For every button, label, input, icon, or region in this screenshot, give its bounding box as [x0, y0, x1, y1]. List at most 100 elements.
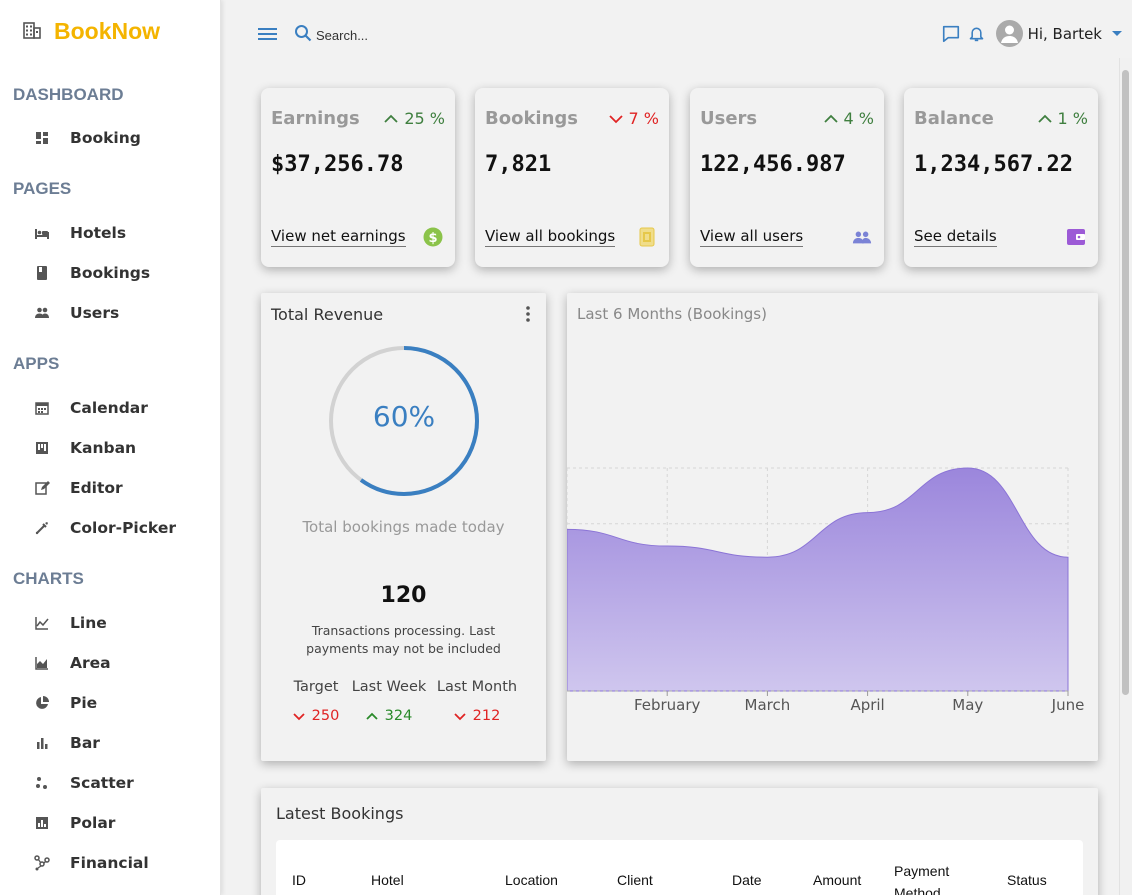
sidebar-item-label: Color-Picker — [70, 519, 176, 537]
column-header-status[interactable]: Status — [1007, 872, 1047, 888]
sidebar-item-label: Bookings — [70, 264, 151, 282]
kanban-icon — [34, 440, 50, 456]
area-chart-icon — [34, 655, 50, 671]
kpi-label: Last Week — [351, 679, 427, 695]
users-card: Users 4 % 122,456.987 View all users — [690, 88, 884, 267]
color-picker-icon — [34, 520, 50, 536]
column-header-id[interactable]: ID — [292, 872, 306, 888]
sidebar-item-users[interactable]: Users — [34, 302, 214, 324]
see-details-link[interactable]: See details — [914, 227, 997, 247]
column-header-amount[interactable]: Amount — [813, 872, 861, 888]
x-tick-label: March — [745, 696, 791, 714]
arrow-up-icon — [823, 114, 838, 123]
user-greeting[interactable]: Hi, Bartek — [1028, 25, 1102, 43]
x-tick-label: May — [952, 696, 983, 714]
sidebar-item-label: Line — [70, 614, 107, 632]
hamburger-icon — [258, 28, 277, 40]
users-icon[interactable] — [852, 227, 872, 247]
latest-bookings-title: Latest Bookings — [276, 804, 404, 823]
column-header-client[interactable]: Client — [617, 872, 653, 888]
sidebar-item-label: Financial — [70, 854, 149, 872]
calendar-icon — [34, 400, 50, 416]
revenue-amount: 120 — [380, 583, 427, 608]
sidebar-item-bookings[interactable]: Bookings — [34, 262, 214, 284]
stat-title: Earnings — [271, 108, 360, 129]
chat-icon[interactable] — [940, 23, 962, 45]
column-header-location[interactable]: Location — [505, 872, 558, 888]
x-tick-label: April — [850, 696, 884, 714]
sidebar-item-label: Hotels — [70, 224, 127, 242]
stat-value: 122,456.987 — [700, 152, 846, 177]
sidebar-item-hotels[interactable]: Hotels — [34, 222, 214, 244]
stat-delta-value: 25 % — [404, 109, 445, 128]
search-bar — [294, 24, 516, 46]
sidebar-item-financial[interactable]: Financial — [34, 852, 214, 874]
stat-value: 7,821 — [485, 152, 552, 177]
balance-card: Balance 1 % 1,234,567.22 See details — [904, 88, 1098, 267]
view-net-earnings-link[interactable]: View net earnings — [271, 227, 406, 247]
view-all-bookings-link[interactable]: View all bookings — [485, 227, 616, 247]
menu-toggle-button[interactable] — [258, 26, 277, 42]
stat-delta: 7 % — [608, 109, 659, 128]
sidebar-item-kanban[interactable]: Kanban — [34, 437, 214, 459]
stat-value: 1,234,567.22 — [914, 152, 1073, 177]
booking-card-icon[interactable] — [637, 227, 657, 247]
stat-value: $37,256.78 — [271, 152, 404, 177]
bed-icon — [34, 225, 50, 241]
column-header-date[interactable]: Date — [732, 872, 762, 888]
revenue-note: Transactions processing. Last payments m… — [306, 623, 501, 656]
book-icon — [34, 265, 50, 281]
bell-icon[interactable] — [966, 23, 988, 45]
sidebar-item-label: Users — [70, 304, 120, 322]
sidebar-item-color-picker[interactable]: Color-Picker — [34, 517, 214, 539]
latest-bookings-card: Latest Bookings ID Hotel Location Client… — [261, 788, 1098, 895]
sidebar-item-pie[interactable]: Pie — [34, 692, 214, 714]
scrollbar-thumb[interactable] — [1122, 70, 1129, 695]
scatter-icon — [34, 775, 50, 791]
bar-chart-icon — [34, 735, 50, 751]
sidebar-item-label: Calendar — [70, 399, 148, 417]
sidebar-section-dashboard: DASHBOARD — [13, 85, 124, 104]
sidebar-item-polar[interactable]: Polar — [34, 812, 214, 834]
x-tick-label: February — [634, 696, 701, 714]
kpi-value-text: 212 — [472, 708, 501, 724]
building-icon — [22, 20, 42, 44]
sidebar-item-area[interactable]: Area — [34, 652, 214, 674]
arrow-down-icon — [293, 712, 305, 720]
polar-icon — [34, 815, 50, 831]
column-header-payment-method[interactable]: Payment Method — [894, 860, 964, 895]
arrow-down-icon — [454, 712, 466, 720]
total-revenue-card: Total Revenue 60% Total bookings made to… — [261, 293, 546, 761]
stat-delta: 25 % — [384, 109, 445, 128]
dollar-icon[interactable]: $ — [423, 227, 443, 247]
bookings-table: ID Hotel Location Client Date Amount Pay… — [276, 840, 1083, 895]
sidebar-item-bar[interactable]: Bar — [34, 732, 214, 754]
sidebar-item-booking[interactable]: Booking — [34, 127, 214, 149]
more-options-icon[interactable] — [526, 306, 530, 322]
sidebar-item-calendar[interactable]: Calendar — [34, 397, 214, 419]
kpi-value-text: 324 — [384, 708, 413, 724]
column-header-hotel[interactable]: Hotel — [371, 872, 404, 888]
stat-delta-value: 4 % — [843, 109, 874, 128]
search-input[interactable] — [316, 27, 516, 43]
stat-delta: 1 % — [1037, 109, 1088, 128]
brand[interactable]: BookNow — [22, 18, 160, 45]
kpi-value: 250 — [288, 708, 344, 724]
chevron-down-icon[interactable] — [1112, 31, 1122, 36]
kpi-last-month: Last Month 212 — [435, 679, 519, 724]
stat-delta-value: 1 % — [1057, 109, 1088, 128]
kpi-label: Target — [293, 679, 339, 695]
brand-name: BookNow — [54, 18, 161, 44]
sidebar-item-label: Kanban — [70, 439, 137, 457]
wallet-icon[interactable] — [1066, 227, 1086, 247]
stat-title: Bookings — [485, 108, 579, 129]
sidebar-item-line[interactable]: Line — [34, 612, 214, 634]
financial-icon — [34, 855, 50, 871]
sidebar-item-label: Area — [70, 654, 111, 672]
x-tick-label: June — [1051, 696, 1085, 714]
view-all-users-link[interactable]: View all users — [700, 227, 804, 247]
avatar[interactable] — [995, 20, 1023, 47]
arrow-up-icon — [366, 712, 378, 720]
sidebar-item-editor[interactable]: Editor — [34, 477, 214, 499]
sidebar-item-scatter[interactable]: Scatter — [34, 772, 214, 794]
